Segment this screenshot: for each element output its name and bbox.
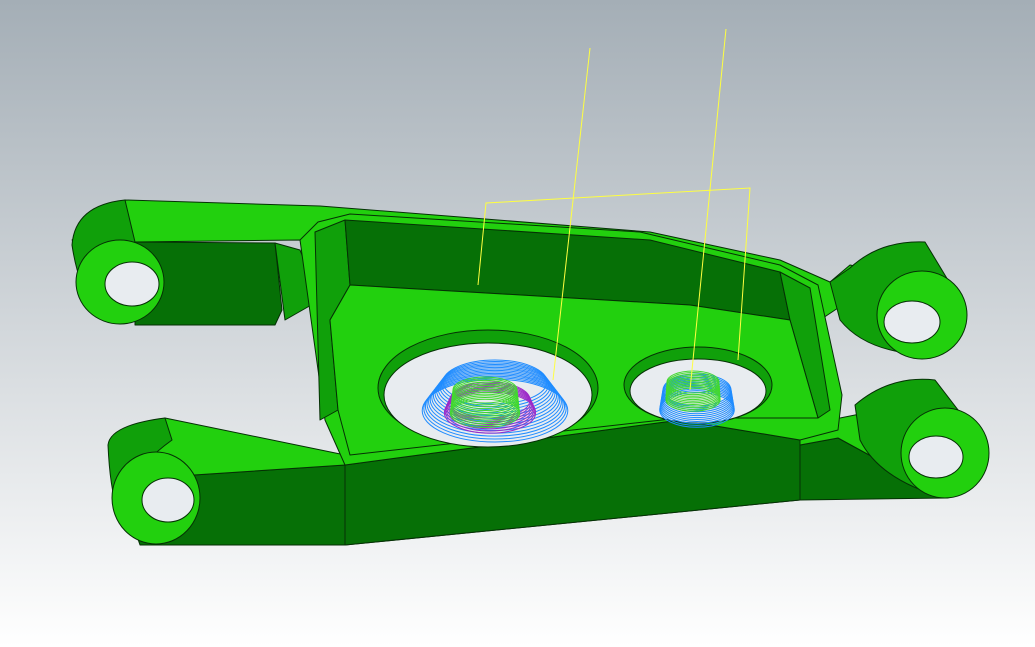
right-upper-eye-hole xyxy=(883,300,941,344)
right-lower-eye-hole xyxy=(908,435,964,479)
left-lower-eye-hole xyxy=(141,477,195,523)
cad-3d-viewport[interactable] xyxy=(0,0,1035,647)
left-upper-eye-hole xyxy=(104,261,160,307)
